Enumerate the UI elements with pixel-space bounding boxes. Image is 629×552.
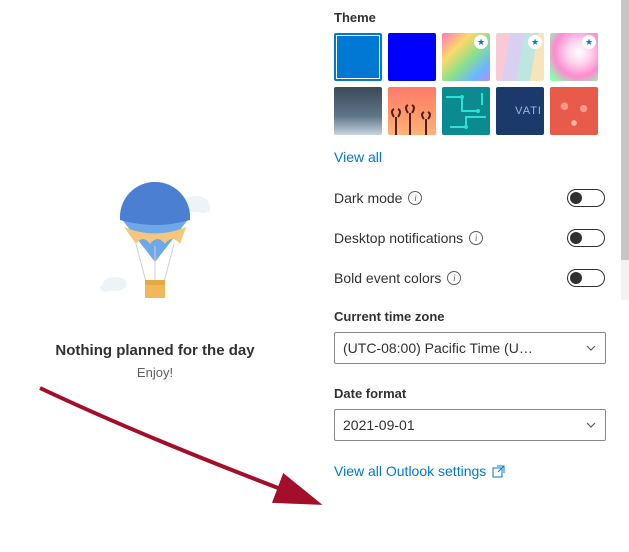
theme-tile-unicorn[interactable]: ★ [550,33,598,81]
view-all-themes-link[interactable]: View all [334,149,382,165]
bold-event-colors-label: Bold event colors [334,270,441,286]
scrollbar-thumb[interactable] [621,0,629,260]
view-all-outlook-settings-link[interactable]: View all Outlook settings [334,463,505,479]
theme-tile-circuit-teal[interactable] [442,87,490,135]
theme-section-label: Theme [334,10,605,25]
theme-tile-solid-blue[interactable] [388,33,436,81]
calendar-empty-pane: Nothing planned for the day Enjoy! [0,0,310,552]
desktop-notifications-label: Desktop notifications [334,230,463,246]
theme-tile-storm-wave[interactable] [334,87,382,135]
theme-tile-blueprint[interactable]: VATI [496,87,544,135]
chevron-down-icon [585,342,597,354]
theme-tile-pastel-ribbons[interactable]: ★ [496,33,544,81]
theme-tile-default-blue[interactable] [334,33,382,81]
theme-tile-red-bokeh[interactable] [550,87,598,135]
bold-event-colors-toggle[interactable] [567,269,605,287]
timezone-value: (UTC-08:00) Pacific Time (US & Cana… [343,340,533,356]
date-format-label: Date format [334,386,605,401]
dark-mode-label: Dark mode [334,190,402,206]
empty-state-title: Nothing planned for the day [55,342,254,359]
theme-tile-palm-sunset[interactable] [388,87,436,135]
chevron-down-icon [585,419,597,431]
timezone-select[interactable]: (UTC-08:00) Pacific Time (US & Cana… [334,332,606,364]
premium-star-icon: ★ [528,35,542,49]
date-format-select[interactable]: 2021-09-01 [334,409,606,441]
dark-mode-toggle[interactable] [567,189,605,207]
view-all-settings-text: View all Outlook settings [334,463,486,479]
open-external-icon [492,465,505,478]
settings-panel: Theme ★ ★ ★ VATI View all Dark mode i De… [310,0,629,552]
balloon-illustration [100,172,210,322]
desktop-notifications-toggle[interactable] [567,229,605,247]
info-icon[interactable]: i [408,191,422,205]
timezone-label: Current time zone [334,309,605,324]
info-icon[interactable]: i [469,231,483,245]
premium-star-icon: ★ [474,35,488,49]
premium-star-icon: ★ [582,35,596,49]
theme-grid: ★ ★ ★ VATI [334,33,614,135]
date-format-value: 2021-09-01 [343,417,415,433]
scrollbar-track[interactable] [621,0,629,300]
theme-tile-rainbow-wave[interactable]: ★ [442,33,490,81]
empty-state-subtitle: Enjoy! [137,365,173,380]
info-icon[interactable]: i [447,271,461,285]
